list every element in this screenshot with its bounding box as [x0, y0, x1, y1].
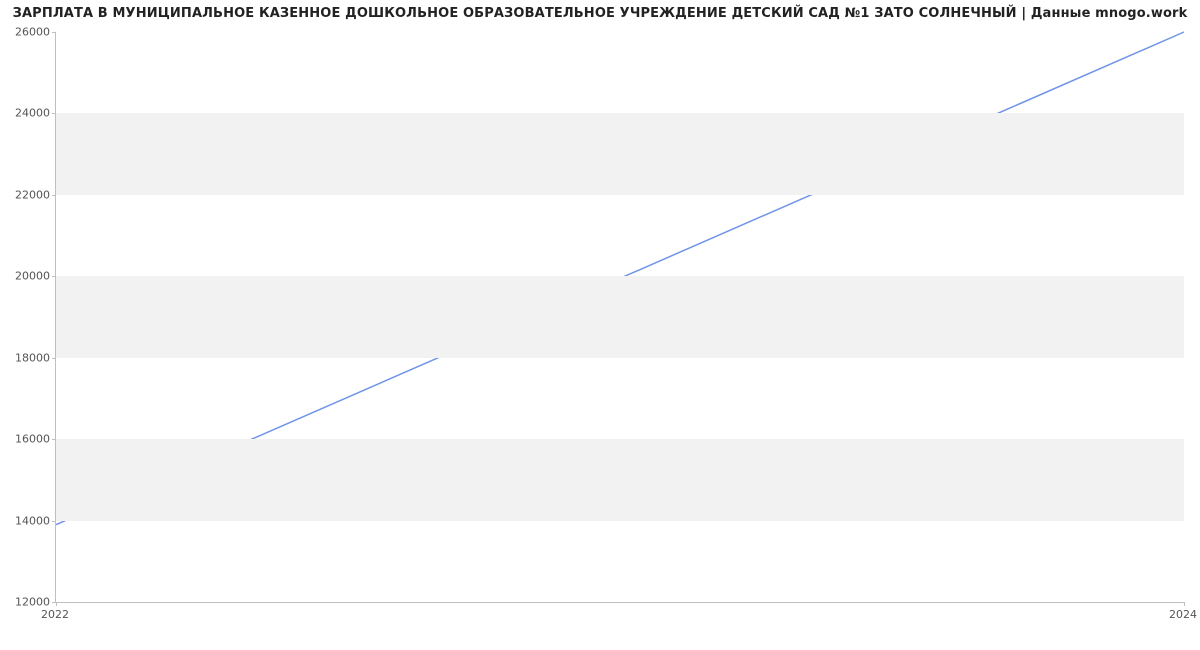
y-tick [52, 521, 56, 522]
y-tick-label: 12000 [5, 596, 50, 609]
x-tick [56, 602, 57, 606]
y-tick [52, 358, 56, 359]
y-tick [52, 195, 56, 196]
plot-area [55, 32, 1184, 603]
x-tick [1184, 602, 1185, 606]
grid-band [56, 276, 1184, 357]
y-tick-label: 16000 [5, 433, 50, 446]
y-tick-label: 26000 [5, 26, 50, 39]
grid-band [56, 113, 1184, 194]
y-tick [52, 32, 56, 33]
y-tick [52, 113, 56, 114]
y-tick-label: 22000 [5, 188, 50, 201]
y-tick-label: 18000 [5, 351, 50, 364]
grid-band [56, 439, 1184, 520]
x-tick-label: 2022 [41, 608, 69, 621]
y-tick [52, 439, 56, 440]
chart-title: ЗАРПЛАТА В МУНИЦИПАЛЬНОЕ КАЗЕННОЕ ДОШКОЛ… [0, 6, 1200, 21]
y-tick-label: 24000 [5, 107, 50, 120]
y-tick-label: 14000 [5, 514, 50, 527]
y-tick-label: 20000 [5, 270, 50, 283]
y-tick [52, 276, 56, 277]
x-tick-label: 2024 [1169, 608, 1197, 621]
salary-line-chart: ЗАРПЛАТА В МУНИЦИПАЛЬНОЕ КАЗЕННОЕ ДОШКОЛ… [0, 0, 1200, 650]
